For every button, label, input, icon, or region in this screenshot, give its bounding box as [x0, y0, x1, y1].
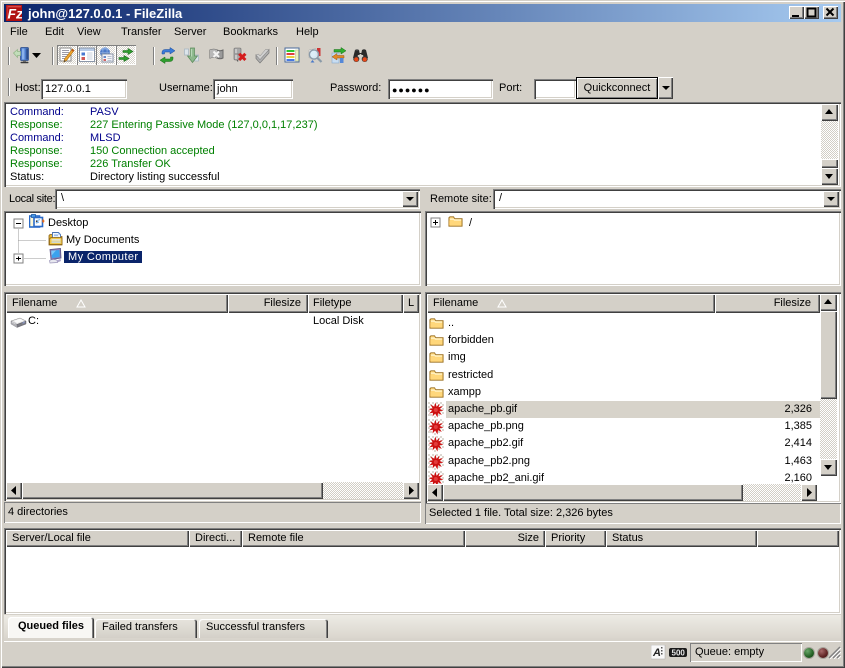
- svg-text:A: A: [652, 647, 661, 659]
- svg-text:Fz: Fz: [8, 6, 23, 22]
- svg-text:500: 500: [672, 649, 686, 658]
